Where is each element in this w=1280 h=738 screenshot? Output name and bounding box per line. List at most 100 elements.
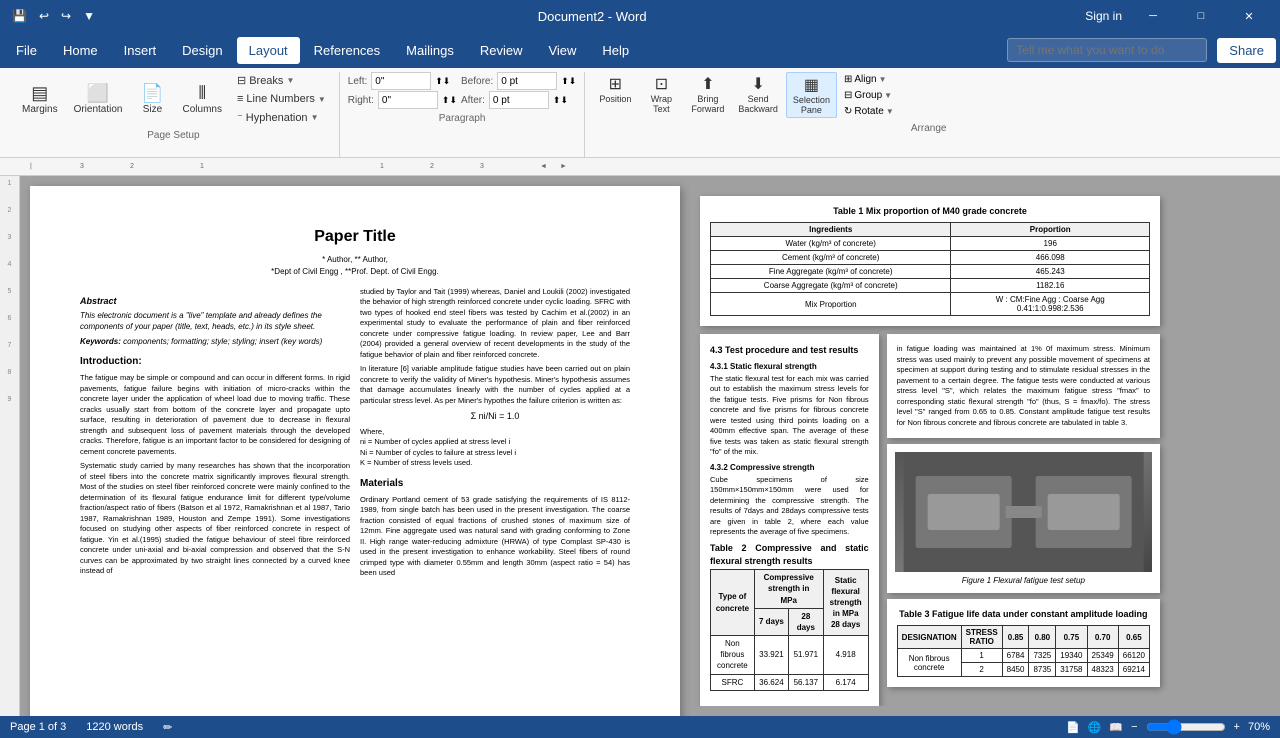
table-row: SFRC 36.624 56.137 6.174 [711,674,869,690]
indent-left-input[interactable] [371,72,431,90]
table1-col-proportion: Proportion [951,223,1150,237]
table1-col-ingredients: Ingredients [711,223,951,237]
spacing-before-row: Before: ⬆⬇ [461,72,576,90]
horizontal-ruler: | 3 2 1 1 2 3 ◄ ► [0,158,1280,176]
section432-heading: 4.3.2 Compressive strength [710,462,869,473]
where-text: Where, ni = Number of cycles applied at … [360,427,630,469]
group-button[interactable]: ⊟ Group ▼ [839,88,899,103]
view-print-icon[interactable]: 📄 [1066,721,1080,734]
right-column: studied by Taylor and Tait (1999) wherea… [360,287,630,583]
abstract-label: Abstract [80,295,350,308]
hyphenation-button[interactable]: ⁻ Hyphenation ▼ [232,109,331,126]
indent-left-spinner[interactable]: ⬆⬇ [435,76,450,87]
page-setup-controls: ▤ Margins ⬜ Orientation 📄 Size ⫴ Columns… [16,72,331,126]
table3-title: Table 3 Fatigue life data under constant… [897,609,1150,619]
pages-container: Paper Title * Author, ** Author, *Dept o… [20,176,1280,716]
table-row: Mix Proportion W : CM:Fine Agg : Coarse … [711,293,1150,316]
menu-review[interactable]: Review [468,37,535,64]
word-count: 1220 words [86,721,143,733]
plus-zoom-button[interactable]: + [1234,721,1240,733]
position-button[interactable]: ⊞ Position [593,72,637,106]
minimize-button[interactable]: ─ [1130,0,1176,32]
menu-references[interactable]: References [302,37,392,64]
maximize-button[interactable]: □ [1178,0,1224,32]
menu-help[interactable]: Help [590,37,641,64]
size-button[interactable]: 📄 Size [133,80,173,119]
indent-right-spinner[interactable]: ⬆⬇ [442,95,457,106]
spacing-after-spinner[interactable]: ⬆⬇ [553,95,568,106]
selection-pane-button[interactable]: ▦ Selection Pane [786,72,837,118]
columns-button[interactable]: ⫴ Columns [177,80,228,119]
save-icon[interactable]: 💾 [8,7,31,25]
spacing-after-input[interactable] [489,91,549,109]
left-column: Abstract This electronic document is a "… [80,287,350,583]
menu-home[interactable]: Home [51,37,110,64]
table1-section: Table 1 Mix proportion of M40 grade conc… [700,196,1160,326]
align-dropdown-arrow: ▼ [879,75,887,84]
view-read-icon[interactable]: 📖 [1109,721,1123,734]
document-page: Paper Title * Author, ** Author, *Dept o… [30,186,680,716]
abstract-text: This electronic document is a "live" tem… [80,311,350,332]
orientation-button[interactable]: ⬜ Orientation [68,80,129,119]
menu-layout[interactable]: Layout [237,37,300,64]
figure1-caption: Figure 1 Flexural fatigue test setup [895,576,1152,585]
intro-heading: Introduction: [80,355,350,369]
zoom-level: 70% [1248,721,1270,733]
right-text-section: in fatigue loading was maintained at 1% … [887,334,1160,438]
spacing-before-spinner[interactable]: ⬆⬇ [561,76,576,87]
arrange-controls: ⊞ Position ⊡ Wrap Text ⬆ Bring Forward ⬇… [593,72,898,119]
margins-button[interactable]: ▤ Margins [16,80,64,119]
wrap-text-button[interactable]: ⊡ Wrap Text [639,72,683,116]
middle-row: 4.3 Test procedure and test results 4.3.… [700,334,1160,706]
bring-forward-button[interactable]: ⬆ Bring Forward [685,72,730,116]
undo-icon[interactable]: ↩ [35,7,53,25]
signin-button[interactable]: Sign in [1085,9,1122,23]
ribbon-group-page-setup: ▤ Margins ⬜ Orientation 📄 Size ⫴ Columns… [8,72,340,157]
table2: Type of concrete Compressive strength in… [710,569,869,691]
figure1-svg [895,452,1152,572]
indent-right-label: Right: [348,95,374,106]
menu-mailings[interactable]: Mailings [394,37,466,64]
view-web-icon[interactable]: 🌐 [1088,721,1102,734]
materials-text: Ordinary Portland cement of 53 grade sat… [360,495,630,579]
line-numbers-dropdown-arrow: ▼ [318,95,326,104]
close-button[interactable]: ✕ [1226,0,1272,32]
menu-design[interactable]: Design [170,37,234,64]
wrap-text-icon: ⊡ [655,74,668,94]
share-button[interactable]: Share [1217,38,1276,63]
document-title: Document2 - Word [99,9,1085,24]
bring-forward-icon: ⬆ [701,74,714,94]
ribbon: ▤ Margins ⬜ Orientation 📄 Size ⫴ Columns… [0,68,1280,158]
rotate-button[interactable]: ↻ Rotate ▼ [839,104,899,119]
breaks-button[interactable]: ⊟ Breaks ▼ [232,72,331,89]
section431-text: The static flexural test for each mix wa… [710,374,869,458]
line-numbers-button[interactable]: ≡ Line Numbers ▼ [232,91,331,107]
menu-insert[interactable]: Insert [112,37,169,64]
rotate-dropdown-arrow: ▼ [886,107,894,116]
table3-section: Table 3 Fatigue life data under constant… [887,599,1160,687]
table3: DESIGNATION STRESS RATIO 0.85 0.80 0.75 … [897,625,1150,677]
line-numbers-icon: ≡ [237,93,243,105]
arrange-label: Arrange [593,121,1264,136]
spacing-before-input[interactable] [497,72,557,90]
figure1-image [895,452,1152,572]
menu-view[interactable]: View [536,37,588,64]
section432-text: Cube specimens of size 150mm×150mm×150mm… [710,475,869,538]
spacing-before-label: Before: [461,76,493,87]
align-group-col: ⊞ Align ▼ ⊟ Group ▼ ↻ Rotate ▼ [839,72,899,119]
right-col: in fatigue loading was maintained at 1% … [887,334,1160,706]
minus-zoom-button[interactable]: − [1131,721,1137,733]
redo-icon[interactable]: ↪ [57,7,75,25]
send-backward-button[interactable]: ⬇ Send Backward [732,72,784,116]
customize-qat-icon[interactable]: ▼ [79,7,99,25]
menu-file[interactable]: File [4,37,49,64]
edit-mode-icon: ✏ [163,721,172,734]
indent-right-input[interactable] [378,91,438,109]
zoom-slider[interactable] [1146,719,1226,735]
hyphenation-icon: ⁻ [237,111,243,124]
align-button[interactable]: ⊞ Align ▼ [839,72,899,87]
search-input[interactable] [1007,38,1207,62]
table-row: Coarse Aggregate (kg/m³ of concrete) 118… [711,279,1150,293]
title-bar-left: 💾 ↩ ↪ ▼ [8,7,99,25]
paragraph-controls: Left: ⬆⬇ Right: ⬆⬇ Before: ⬆⬇ After: [348,72,577,109]
